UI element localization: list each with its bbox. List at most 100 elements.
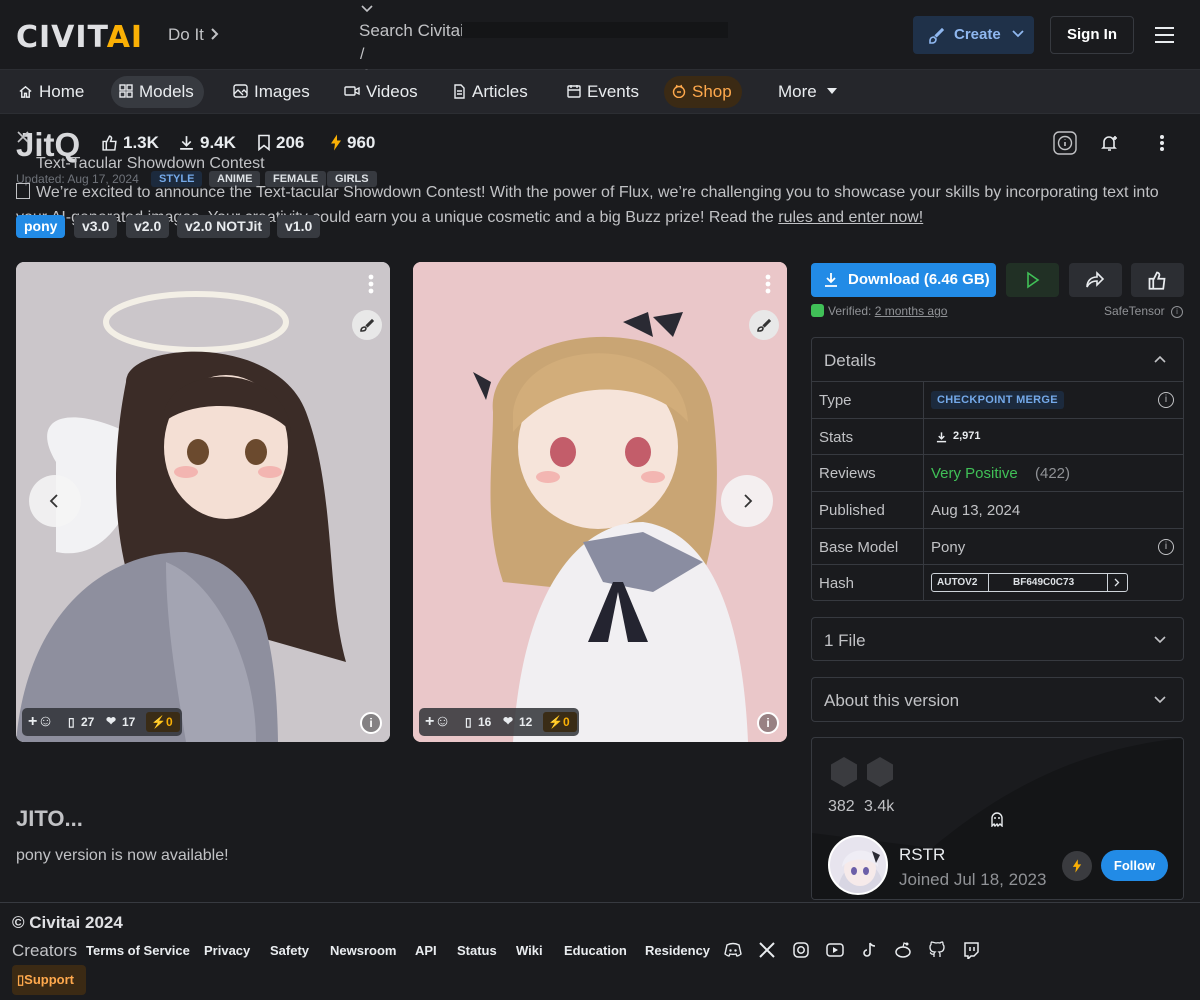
reddit-icon[interactable] (894, 941, 912, 959)
info-icon[interactable]: i (1171, 305, 1183, 318)
files-panel[interactable]: 1 File (811, 617, 1184, 661)
creator-name[interactable]: RSTR (899, 845, 945, 865)
follow-button[interactable]: Follow (1101, 850, 1168, 881)
nav-item-more[interactable]: More (770, 76, 847, 108)
create-button[interactable]: Create (913, 16, 1034, 54)
chevron-up-icon[interactable] (1154, 355, 1166, 363)
footer-link-safety[interactable]: Safety (270, 943, 309, 958)
close-icon[interactable] (16, 130, 30, 144)
details-panel: Details Type CHECKPOINT MERGE i Stats 2,… (811, 337, 1184, 601)
download-icon (825, 273, 837, 287)
version-v2[interactable]: v2.0 (126, 215, 170, 238)
menu-icon[interactable] (1155, 27, 1174, 48)
search-input[interactable]: Search Civitai (359, 21, 464, 41)
about-version-panel[interactable]: About this version (811, 677, 1184, 722)
chevron-down-icon[interactable] (361, 5, 373, 13)
buzz-count: 0 (165, 715, 173, 729)
hash-type[interactable]: AUTOV2 (937, 574, 977, 591)
create-label: Create (954, 26, 1001, 43)
tiktok-icon[interactable] (860, 941, 878, 959)
footer-link-terms[interactable]: Terms of Service (86, 943, 190, 958)
hexagon-badge-icon (867, 757, 893, 787)
nav-item-events[interactable]: Events (559, 76, 649, 108)
chevron-down-icon (1154, 696, 1166, 704)
info-icon[interactable]: i (757, 712, 779, 734)
heart-icon: ❤ (503, 714, 514, 728)
version-v1[interactable]: v1.0 (277, 215, 321, 238)
version-v3[interactable]: v3.0 (74, 215, 118, 238)
download-button[interactable]: Download (6.46 GB) (811, 263, 996, 297)
home-icon (19, 85, 32, 98)
discord-icon[interactable] (724, 941, 742, 959)
nav-item-shop[interactable]: Shop (664, 76, 742, 108)
add-reaction-icon[interactable]: +☺ (425, 713, 451, 731)
add-reaction-icon[interactable]: +☺ (28, 713, 54, 731)
nav-item-home[interactable]: Home (10, 76, 94, 108)
footer-link-privacy[interactable]: Privacy (204, 943, 250, 958)
version-pony[interactable]: pony (16, 215, 66, 238)
creator-stat-a: 382 (828, 798, 855, 815)
footer-link-wiki[interactable]: Wiki (516, 943, 543, 958)
youtube-icon[interactable] (826, 941, 844, 959)
github-icon[interactable] (928, 941, 946, 959)
logo-accent: AI (106, 20, 144, 55)
carousel-next-button[interactable] (721, 475, 773, 527)
verified-note: Verified: 2 months ago (811, 304, 947, 318)
footer-link-residency[interactable]: Residency (645, 943, 710, 958)
nav-item-articles[interactable]: Articles (445, 76, 538, 108)
share-icon (1086, 271, 1105, 288)
rules-link[interactable]: rules and enter now! (778, 209, 923, 226)
announcement-icon (16, 183, 30, 200)
like-button[interactable] (1131, 263, 1184, 297)
dots-vertical-icon[interactable] (1159, 134, 1165, 152)
avatar[interactable] (828, 835, 888, 895)
hash-box[interactable]: AUTOV2 BF649C0C73 (931, 573, 1128, 592)
details-heading[interactable]: Details (812, 351, 876, 371)
doit-link[interactable]: Do It (168, 25, 219, 45)
support-button[interactable]: ▯Support (12, 965, 86, 995)
hash-value[interactable]: BF649C0C73 (1013, 574, 1074, 591)
nav-item-images[interactable]: Images (225, 76, 320, 108)
footer-link-api[interactable]: API (415, 943, 437, 958)
civitai-logo[interactable]: CIVITAI (16, 20, 143, 55)
bell-plus-icon[interactable] (1100, 133, 1120, 153)
reaction-bar[interactable]: +☺ ▯ 16 ❤ 12 ⚡0 (419, 708, 579, 736)
twitch-icon[interactable] (962, 941, 980, 959)
footer-link-creators[interactable]: Creators (12, 941, 77, 961)
x-twitter-icon[interactable] (758, 941, 776, 959)
footer-link-status[interactable]: Status (457, 943, 497, 958)
search-field-bar[interactable] (462, 22, 728, 38)
instagram-icon[interactable] (792, 941, 810, 959)
description-text: pony version is now available! (16, 847, 229, 864)
remix-brush-icon[interactable] (749, 310, 779, 340)
carousel-prev-button[interactable] (29, 475, 81, 527)
nav-label: Models (139, 82, 194, 101)
footer-link-education[interactable]: Education (564, 943, 627, 958)
description-title: JITO... (16, 806, 83, 831)
remix-brush-icon[interactable] (352, 310, 382, 340)
dots-vertical-icon[interactable] (368, 274, 374, 294)
info-icon[interactable] (1053, 131, 1077, 155)
verified-time[interactable]: 2 months ago (875, 304, 948, 318)
info-icon[interactable]: i (360, 712, 382, 734)
tip-buzz-button[interactable] (1062, 851, 1092, 881)
dots-vertical-icon[interactable] (765, 274, 771, 294)
info-icon[interactable]: i (1158, 392, 1174, 408)
version-v2-notjit[interactable]: v2.0 NOTJit (177, 215, 271, 238)
nav-item-models[interactable]: Models (111, 76, 204, 108)
downloads-count: 9.4K (200, 133, 236, 152)
reviews-rating[interactable]: Very Positive (931, 465, 1018, 482)
share-button[interactable] (1069, 263, 1122, 297)
buzz-tip[interactable]: ⚡0 (543, 712, 577, 732)
chevron-right-icon[interactable] (1114, 578, 1120, 587)
sign-in-button[interactable]: Sign In (1050, 16, 1134, 54)
footer-link-newsroom[interactable]: Newsroom (330, 943, 396, 958)
buzz-tip[interactable]: ⚡0 (146, 712, 180, 732)
downloads-stat: 9.4K (178, 133, 236, 153)
detail-key: Stats (819, 429, 854, 446)
nav-item-videos[interactable]: Videos (336, 76, 428, 108)
reaction-bar[interactable]: +☺ ▯ 27 ❤ 17 ⚡0 (22, 708, 182, 736)
info-icon[interactable]: i (1158, 539, 1174, 555)
nav-label: Home (39, 82, 85, 101)
run-button[interactable] (1006, 263, 1059, 297)
